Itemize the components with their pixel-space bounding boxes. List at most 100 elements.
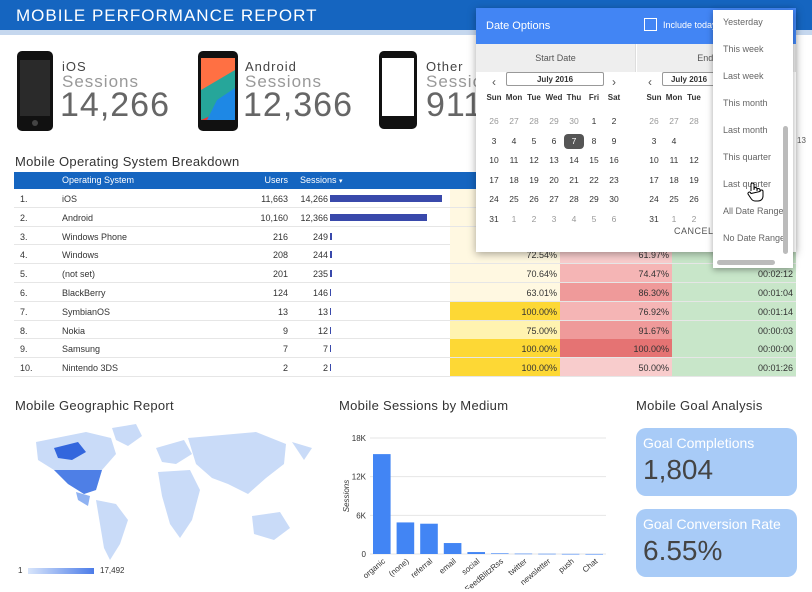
bar-twitter[interactable] — [514, 553, 533, 555]
calendar-day[interactable]: 20 — [544, 175, 564, 185]
bar-referral[interactable] — [420, 523, 438, 554]
col-sessions[interactable]: Sessions ▾ — [300, 175, 343, 185]
calendar-day[interactable]: 4 — [504, 136, 524, 146]
calendar-day[interactable]: 10 — [644, 155, 664, 165]
calendar-day[interactable]: 3 — [544, 214, 564, 224]
calendar-day[interactable]: 25 — [664, 194, 684, 204]
bar-chat[interactable] — [585, 553, 603, 555]
calendar-day[interactable]: 22 — [584, 175, 604, 185]
calendar-day[interactable]: 21 — [564, 175, 584, 185]
col-users[interactable]: Users — [264, 175, 288, 185]
bar-email[interactable] — [443, 543, 462, 554]
calendar-day[interactable]: 24 — [484, 194, 504, 204]
calendar-day[interactable]: 11 — [664, 155, 684, 165]
calendar-day[interactable]: 9 — [604, 136, 624, 146]
calendar-day[interactable]: 26 — [684, 194, 704, 204]
calendar-day[interactable]: 4 — [664, 136, 684, 146]
users-value: 7 — [282, 344, 288, 355]
date-preset-option[interactable]: Yesterday — [723, 17, 763, 27]
calendar-day[interactable]: 30 — [604, 194, 624, 204]
calendar-day[interactable]: 14 — [564, 155, 584, 165]
calendar-day[interactable]: 15 — [584, 155, 604, 165]
date-preset-option[interactable]: This quarter — [723, 152, 771, 162]
dropdown-hscrollbar[interactable] — [717, 260, 775, 265]
date-preset-option[interactable]: Last week — [723, 71, 764, 81]
calendar-day[interactable]: 5 — [584, 214, 604, 224]
col-os[interactable]: Operating System — [62, 175, 134, 185]
calendar-day[interactable]: 12 — [524, 155, 544, 165]
calendar-day[interactable]: 28 — [524, 116, 544, 126]
calendar-day[interactable]: 31 — [484, 214, 504, 224]
calendar-day[interactable]: 23 — [604, 175, 624, 185]
calendar-day[interactable]: 28 — [564, 194, 584, 204]
table-row[interactable]: 10. Nintendo 3DS 2 2 100.00% 50.00% 00:01:26 — [14, 358, 796, 377]
calendar-day[interactable]: 26 — [644, 116, 664, 126]
calendar-day[interactable]: 1 — [584, 116, 604, 126]
calendar-day[interactable]: 18 — [504, 175, 524, 185]
dropdown-scrollbar[interactable] — [783, 126, 788, 254]
calendar-day[interactable]: 25 — [504, 194, 524, 204]
date-preset-option[interactable]: Last month — [723, 125, 768, 135]
calendar-day[interactable]: 6 — [604, 214, 624, 224]
calendar-day[interactable]: 5 — [524, 136, 544, 146]
calendar-day[interactable]: 12 — [684, 155, 704, 165]
calendar-day[interactable]: 2 — [684, 214, 704, 224]
bar-organic[interactable] — [373, 454, 391, 554]
calendar-day[interactable]: 1 — [664, 214, 684, 224]
month-select[interactable]: July 2016 — [506, 72, 604, 86]
calendar-day[interactable]: 6 — [544, 136, 564, 146]
date-preset-option[interactable]: This week — [723, 44, 764, 54]
table-row[interactable]: 7. SymbianOS 13 13 100.00% 76.92% 00:01:14 — [14, 301, 796, 321]
table-row[interactable]: 9. Samsung 7 7 100.00% 100.00% 00:00:00 — [14, 339, 796, 359]
bar-newsletter[interactable] — [538, 553, 556, 555]
calendar-day[interactable]: 11 — [504, 155, 524, 165]
calendar-day[interactable]: 31 — [644, 214, 664, 224]
table-row[interactable]: 5. (not set) 201 235 70.64% 74.47% 00:02:12 — [14, 264, 796, 283]
calendar-day[interactable]: 19 — [524, 175, 544, 185]
calendar-day[interactable]: 1 — [504, 214, 524, 224]
bar-social[interactable] — [467, 552, 485, 554]
date-preset-option[interactable]: No Date Range — [723, 233, 785, 243]
calendar-day[interactable]: 29 — [544, 116, 564, 126]
calendar-day[interactable]: 4 — [564, 214, 584, 224]
date-preset-option[interactable]: All Date Range — [723, 206, 784, 216]
calendar-day[interactable]: 24 — [644, 194, 664, 204]
calendar-day[interactable]: 26 — [484, 116, 504, 126]
prev-month-icon[interactable]: ‹ — [492, 75, 496, 89]
calendar-day[interactable]: 7 — [564, 133, 584, 149]
calendar-day[interactable]: 3 — [484, 136, 504, 146]
next-month-icon[interactable]: › — [612, 75, 616, 89]
table-row[interactable]: 8. Nokia 9 12 75.00% 91.67% 00:00:03 — [14, 320, 796, 340]
calendar-day[interactable]: 2 — [604, 116, 624, 126]
world-map[interactable] — [16, 420, 316, 565]
cancel-button[interactable]: CANCEL — [674, 226, 714, 236]
calendar-day[interactable]: 30 — [564, 116, 584, 126]
calendar-day[interactable]: 28 — [684, 116, 704, 126]
calendar-day[interactable]: 26 — [524, 194, 544, 204]
calendar-day[interactable]: 16 — [604, 155, 624, 165]
bar-none[interactable] — [396, 522, 415, 554]
mexico-region[interactable] — [76, 492, 90, 506]
calendar-day[interactable]: 2 — [524, 214, 544, 224]
end-month-select[interactable]: July 2016 — [662, 72, 716, 86]
bar-feedblitzrss[interactable] — [491, 553, 509, 554]
end-prev-month-icon[interactable]: ‹ — [648, 75, 652, 89]
calendar-day[interactable]: 17 — [644, 175, 664, 185]
calendar-day[interactable]: 19 — [684, 175, 704, 185]
calendar-day[interactable]: 13 — [544, 155, 564, 165]
calendar-day[interactable]: 10 — [484, 155, 504, 165]
table-row[interactable]: 6. BlackBerry 124 146 63.01% 86.30% 00:01:04 — [14, 283, 796, 302]
bar-push[interactable] — [561, 553, 580, 555]
date-preset-option[interactable]: This month — [723, 98, 768, 108]
calendar-day[interactable]: 29 — [584, 194, 604, 204]
calendar-day[interactable]: 17 — [484, 175, 504, 185]
calendar-day[interactable]: 18 — [664, 175, 684, 185]
include-today-checkbox[interactable] — [644, 18, 657, 31]
calendar-day[interactable]: 27 — [544, 194, 564, 204]
calendar-day[interactable]: 3 — [644, 136, 664, 146]
usa-region[interactable] — [54, 470, 102, 494]
calendar-day[interactable]: 27 — [664, 116, 684, 126]
calendar-day[interactable]: 27 — [504, 116, 524, 126]
weekday-label: Sat — [607, 93, 621, 102]
calendar-day[interactable]: 8 — [584, 136, 604, 146]
